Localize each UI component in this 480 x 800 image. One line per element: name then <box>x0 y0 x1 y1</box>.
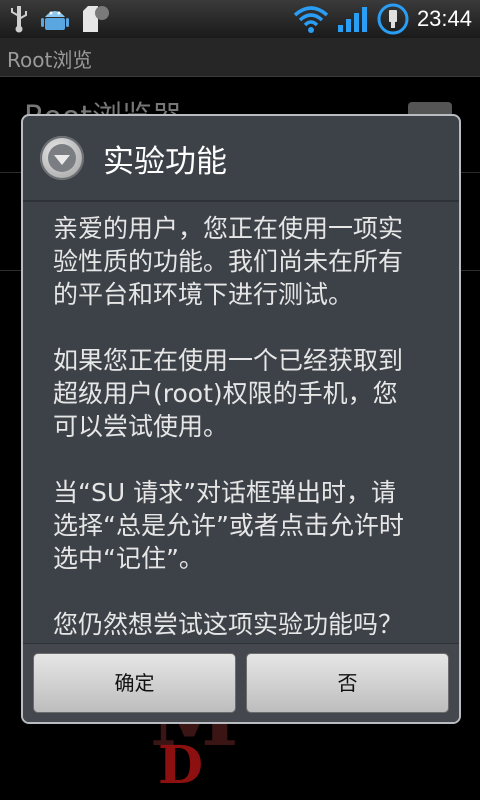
wifi-icon <box>293 6 329 33</box>
dialog-title: 实验功能 <box>103 144 227 180</box>
sd-card-icon <box>83 6 109 32</box>
dialog-paragraph: 如果您正在使用一个已经获取到 超级用户(root)权限的手机，您 可以尝试使用。 <box>53 346 404 441</box>
decline-button[interactable]: 否 <box>246 653 449 713</box>
screen: 23:44 Root浏览 Root浏览器 M D 实验功能 亲爱的用户，您正在使… <box>0 0 480 800</box>
android-icon <box>41 11 69 30</box>
dialog-paragraph: 当“SU 请求”对话框弹出时，请 选择“总是允许”或者点击允许时 选中“记住”。 <box>53 478 404 573</box>
alert-icon-arrow <box>54 155 70 165</box>
app-title: Root浏览 <box>7 48 93 72</box>
confirm-button[interactable]: 确定 <box>33 653 236 713</box>
dialog-header: 实验功能 <box>23 116 459 202</box>
signal-icon <box>337 7 367 32</box>
watermark-logo-letter: D <box>158 735 204 796</box>
status-bar: 23:44 <box>0 0 480 38</box>
dialog-message: 亲爱的用户，您正在使用一项实 验性质的功能。我们尚未在所有 的平台和环境下进行测… <box>53 212 439 674</box>
dialog-button-bar: 确定 否 <box>23 643 459 722</box>
dialog-paragraph: 亲爱的用户，您正在使用一项实 验性质的功能。我们尚未在所有 的平台和环境下进行测… <box>53 214 404 309</box>
status-left-icons <box>8 3 110 35</box>
app-title-bar: Root浏览 <box>0 38 480 77</box>
usb-icon <box>11 6 27 33</box>
status-right-icons: 23:44 <box>293 3 472 35</box>
experimental-feature-dialog: 实验功能 亲爱的用户，您正在使用一项实 验性质的功能。我们尚未在所有 的平台和环… <box>21 114 461 724</box>
alert-icon <box>40 136 84 180</box>
status-clock: 23:44 <box>416 6 472 31</box>
dialog-question: 您仍然想尝试这项实验功能吗？ <box>53 610 404 639</box>
battery-charging-icon <box>377 3 409 35</box>
